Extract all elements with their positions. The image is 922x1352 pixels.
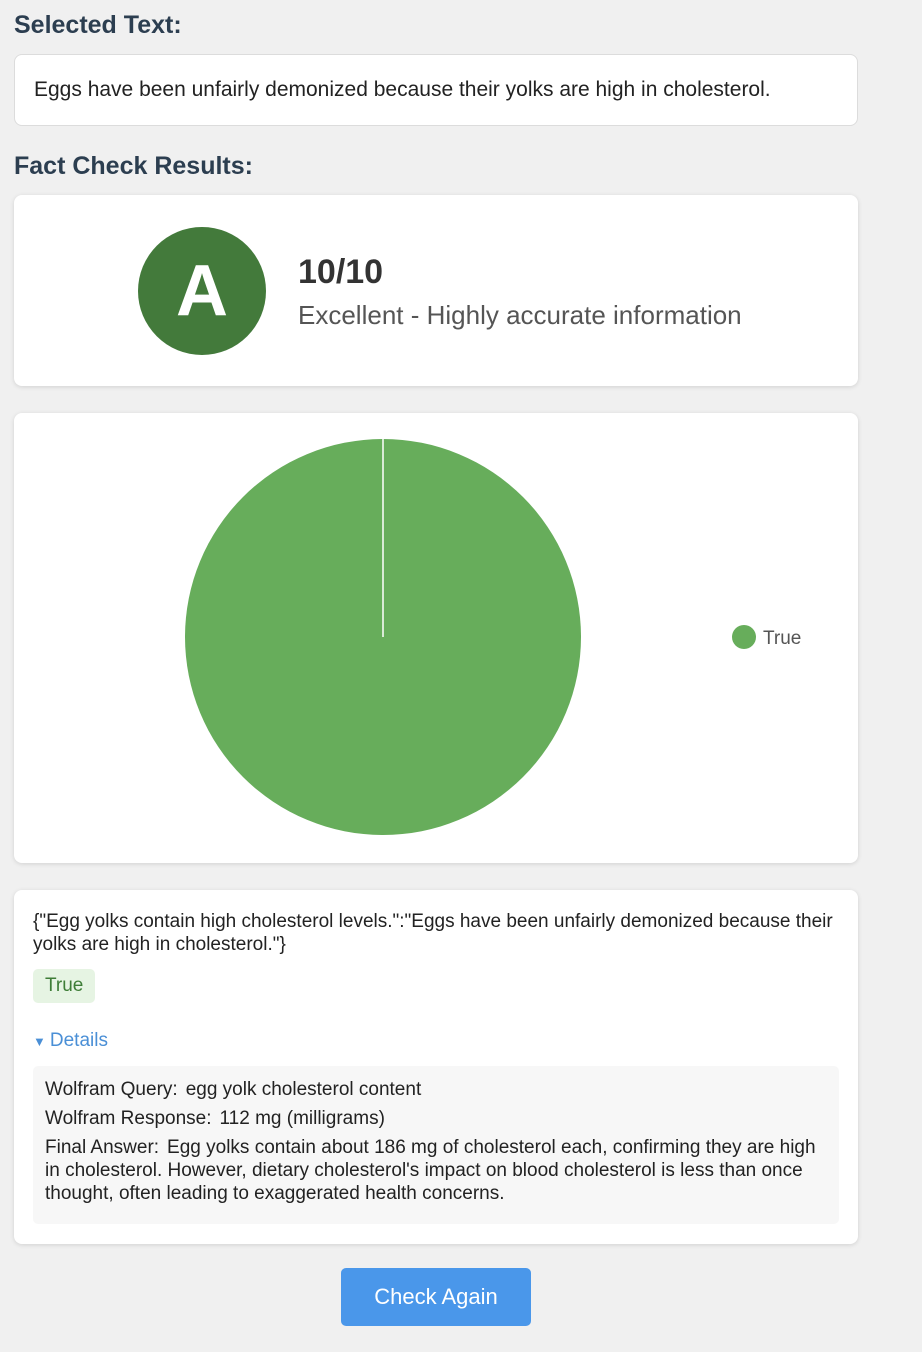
wolfram-response-value: 112 mg (milligrams) [219, 1108, 385, 1129]
final-answer-label: Final Answer: [45, 1137, 160, 1158]
claim-card: {"Egg yolks contain high cholesterol lev… [14, 890, 858, 1244]
details-toggle[interactable]: ▼ Details [33, 1030, 108, 1052]
check-again-button[interactable]: Check Again [341, 1268, 531, 1326]
selected-text-box: Eggs have been unfairly demonized becaus… [14, 54, 858, 126]
grade-badge: A [138, 227, 266, 355]
fact-check-results-heading: Fact Check Results: [14, 152, 253, 180]
score-description: Excellent - Highly accurate information [298, 300, 742, 330]
wolfram-query-label: Wolfram Query: [45, 1079, 178, 1100]
grade-card: A 10/10 Excellent - Highly accurate info… [14, 195, 858, 386]
wolfram-response-row: Wolfram Response: 112 mg (milligrams) [45, 1107, 827, 1130]
final-answer-value: Egg yolks contain about 186 mg of choles… [45, 1137, 816, 1204]
pie-chart: True [185, 439, 801, 835]
details-label: Details [49, 1030, 108, 1051]
verdict-badge: True [33, 969, 96, 1003]
wolfram-query-value: egg yolk cholesterol content [185, 1079, 422, 1100]
claim-text: {"Egg yolks contain high cholesterol lev… [33, 911, 833, 955]
final-answer-row: Final Answer: Egg yolks contain about 186… [45, 1136, 827, 1205]
wolfram-query-row: Wolfram Query: egg yolk cholesterol conte… [45, 1078, 827, 1101]
pie-chart-card: True [14, 413, 858, 863]
selected-text-heading: Selected Text: [14, 11, 182, 39]
triangle-down-icon: ▼ [33, 1033, 46, 1049]
legend-marker [732, 625, 756, 649]
fact-check-panel: Selected Text: Eggs have been unfairly d… [0, 0, 922, 1352]
wolfram-response-label: Wolfram Response: [45, 1108, 212, 1129]
score-value: 10/10 [298, 253, 384, 291]
details-panel: Wolfram Query: egg yolk cholesterol conte… [33, 1066, 839, 1224]
legend-label: True [763, 628, 801, 649]
